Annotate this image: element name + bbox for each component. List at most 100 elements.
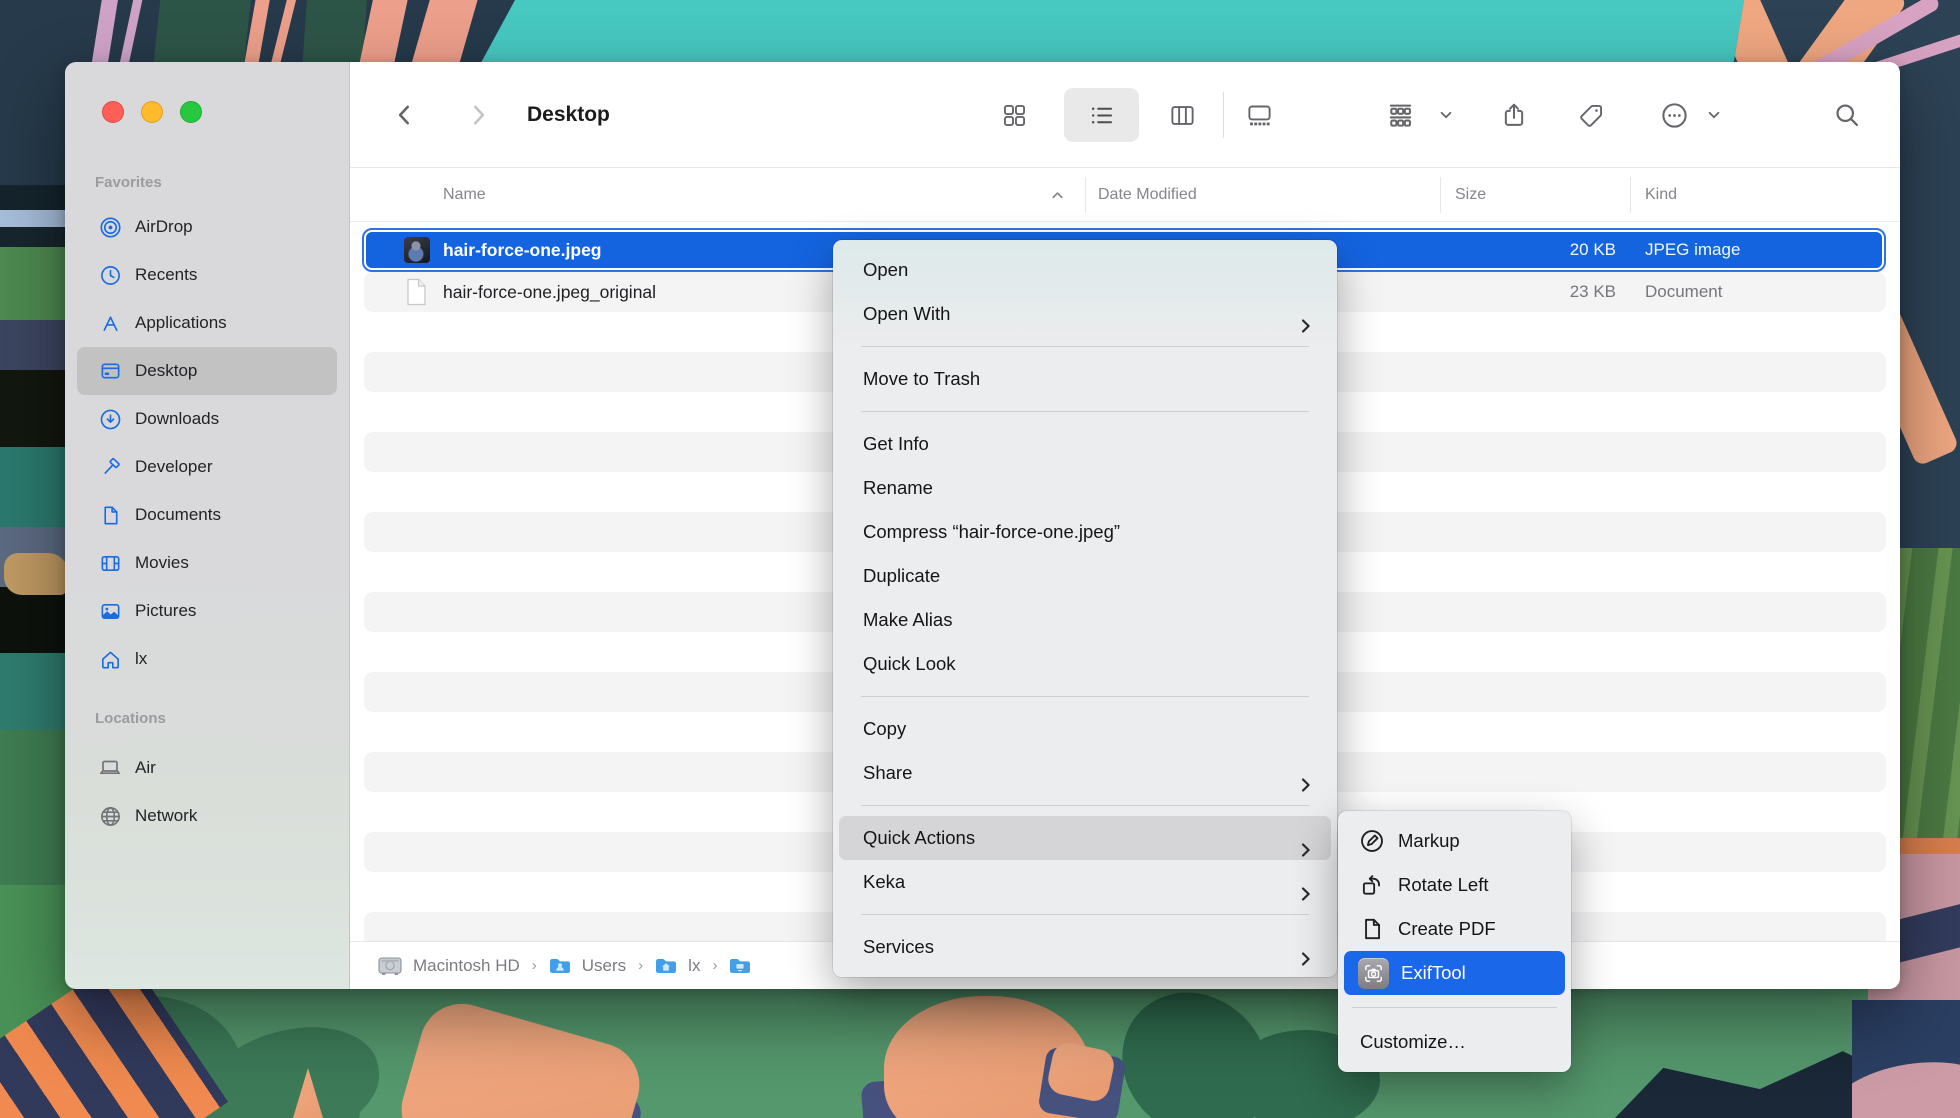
photo-icon xyxy=(98,599,122,623)
menu-item-make-alias[interactable]: Make Alias xyxy=(833,598,1337,642)
submenu-chevron-icon xyxy=(1301,306,1311,350)
quick-actions-submenu: Markup Rotate Left Create PDF ExifTool C… xyxy=(1338,811,1571,1072)
group-by-chevron-icon[interactable] xyxy=(1438,62,1454,168)
sidebar-item-air[interactable]: Air xyxy=(77,744,337,792)
sidebar-item-pictures[interactable]: Pictures xyxy=(77,587,337,635)
users-folder-icon xyxy=(549,957,571,975)
file-kind: Document xyxy=(1645,272,1722,312)
submenu-item-markup[interactable]: Markup xyxy=(1338,819,1571,863)
menu-separator xyxy=(1352,1007,1557,1008)
submenu-chevron-icon xyxy=(1301,874,1311,918)
submenu-item-customize[interactable]: Customize… xyxy=(1338,1020,1571,1064)
menu-item-keka[interactable]: Keka xyxy=(833,860,1337,904)
group-by-button[interactable] xyxy=(1386,62,1415,168)
toolbar-divider xyxy=(1223,92,1224,138)
menu-item-move-to-trash[interactable]: Move to Trash xyxy=(833,357,1337,401)
finder-toolbar: Desktop xyxy=(350,62,1900,168)
sidebar-item-movies[interactable]: Movies xyxy=(77,539,337,587)
menu-item-share[interactable]: Share xyxy=(833,751,1337,795)
submenu-item-create-pdf[interactable]: Create PDF xyxy=(1338,907,1571,951)
sidebar-item-downloads[interactable]: Downloads xyxy=(77,395,337,443)
menu-item-quick-actions[interactable]: Quick Actions xyxy=(839,816,1331,860)
sidebar-item-applications[interactable]: Applications xyxy=(77,299,337,347)
sidebar-item-desktop[interactable]: Desktop xyxy=(77,347,337,395)
search-button[interactable] xyxy=(1833,62,1861,168)
sort-ascending-icon[interactable] xyxy=(1050,168,1065,222)
film-icon xyxy=(98,551,122,575)
document-icon xyxy=(98,503,122,527)
app-store-icon xyxy=(98,311,122,335)
window-title: Desktop xyxy=(527,62,610,168)
sidebar-item-developer[interactable]: Developer xyxy=(77,443,337,491)
airdrop-icon xyxy=(98,215,122,239)
sidebar-item-recents[interactable]: Recents xyxy=(77,251,337,299)
zoom-button[interactable] xyxy=(180,101,202,123)
path-item-macintosh-hd[interactable]: Macintosh HD xyxy=(413,956,520,976)
downloads-icon xyxy=(98,407,122,431)
laptop-icon xyxy=(98,756,122,780)
path-item-users[interactable]: Users xyxy=(582,956,626,976)
submenu-item-exiftool[interactable]: ExifTool xyxy=(1344,951,1565,995)
menu-item-quick-look[interactable]: Quick Look xyxy=(833,642,1337,686)
file-name: hair-force-one.jpeg xyxy=(443,232,602,268)
column-divider[interactable] xyxy=(1630,177,1631,213)
menu-separator xyxy=(861,696,1309,697)
icon-view-button[interactable] xyxy=(1001,62,1028,168)
hammer-icon xyxy=(98,455,122,479)
sidebar-item-airdrop[interactable]: AirDrop xyxy=(77,203,337,251)
hard-drive-icon xyxy=(378,956,402,976)
rotate-left-icon xyxy=(1358,871,1386,899)
column-header-size[interactable]: Size xyxy=(1455,168,1486,222)
create-pdf-icon xyxy=(1358,915,1386,943)
submenu-chevron-icon xyxy=(1301,939,1311,983)
path-separator: › xyxy=(638,957,643,974)
window-controls xyxy=(102,101,202,123)
clock-icon xyxy=(98,263,122,287)
sidebar-item-home[interactable]: lx xyxy=(77,635,337,683)
path-item-home[interactable]: lx xyxy=(688,956,700,976)
column-header-date-modified[interactable]: Date Modified xyxy=(1098,168,1197,222)
more-options-chevron-icon[interactable] xyxy=(1706,62,1722,168)
menu-item-services[interactable]: Services xyxy=(833,925,1337,969)
menu-item-copy[interactable]: Copy xyxy=(833,707,1337,751)
finder-sidebar: Favorites AirDrop Recents Applications D… xyxy=(65,62,350,989)
tags-button[interactable] xyxy=(1578,62,1605,168)
desktop-folder-icon xyxy=(729,957,751,975)
file-kind: JPEG image xyxy=(1645,232,1740,268)
gallery-view-button[interactable] xyxy=(1246,62,1273,168)
minimize-button[interactable] xyxy=(141,101,163,123)
menu-separator xyxy=(861,805,1309,806)
more-options-button[interactable] xyxy=(1660,62,1689,168)
submenu-item-rotate-left[interactable]: Rotate Left xyxy=(1338,863,1571,907)
home-folder-icon xyxy=(655,957,677,975)
desktop-icon xyxy=(98,359,122,383)
menu-separator xyxy=(861,914,1309,915)
menu-item-open[interactable]: Open xyxy=(833,248,1337,292)
path-separator: › xyxy=(532,957,537,974)
menu-separator xyxy=(861,411,1309,412)
column-header-kind[interactable]: Kind xyxy=(1645,168,1677,222)
sidebar-favorites-header: Favorites xyxy=(95,174,162,191)
forward-button[interactable] xyxy=(465,62,491,168)
menu-item-get-info[interactable]: Get Info xyxy=(833,422,1337,466)
menu-separator xyxy=(861,346,1309,347)
back-button[interactable] xyxy=(392,62,418,168)
column-header-name[interactable]: Name xyxy=(443,168,486,222)
exiftool-app-icon xyxy=(1358,958,1389,989)
menu-item-duplicate[interactable]: Duplicate xyxy=(833,554,1337,598)
submenu-chevron-icon xyxy=(1301,765,1311,809)
share-button[interactable] xyxy=(1500,62,1528,168)
sidebar-item-documents[interactable]: Documents xyxy=(77,491,337,539)
menu-item-open-with[interactable]: Open With xyxy=(833,292,1337,336)
globe-icon xyxy=(98,804,122,828)
wallpaper-right-navy xyxy=(1852,1000,1960,1118)
sidebar-item-network[interactable]: Network xyxy=(77,792,337,840)
list-view-button[interactable] xyxy=(1088,62,1115,168)
column-divider[interactable] xyxy=(1440,177,1441,213)
column-divider[interactable] xyxy=(1085,177,1086,213)
close-button[interactable] xyxy=(102,101,124,123)
menu-item-rename[interactable]: Rename xyxy=(833,466,1337,510)
list-header: Name Date Modified Size Kind xyxy=(350,168,1900,222)
menu-item-compress[interactable]: Compress “hair-force-one.jpeg” xyxy=(833,510,1337,554)
column-view-button[interactable] xyxy=(1169,62,1196,168)
